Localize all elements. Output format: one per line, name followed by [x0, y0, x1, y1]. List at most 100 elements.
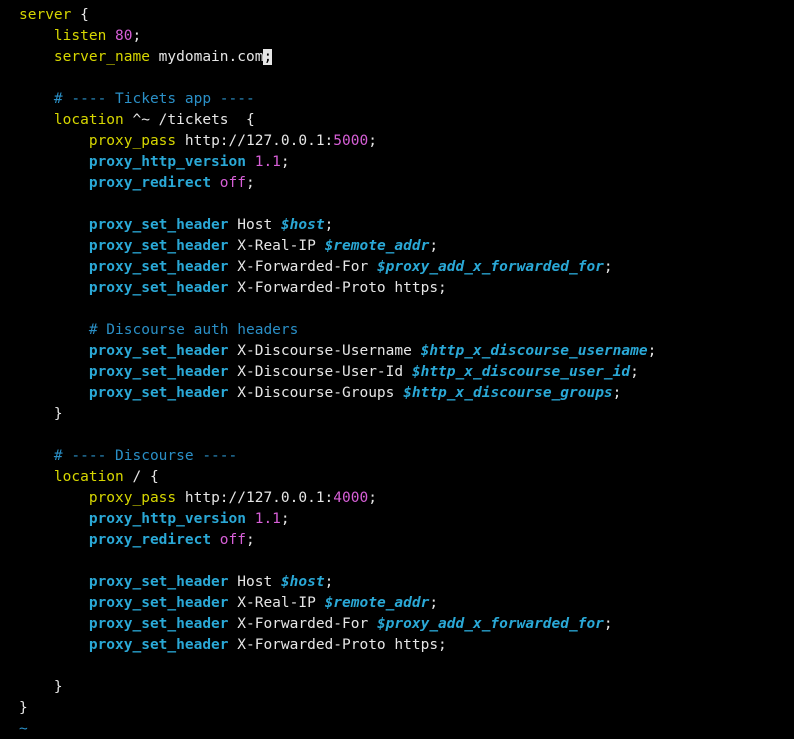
code-line[interactable]: ~	[19, 719, 794, 739]
code-directive: proxy_http_version	[88, 511, 246, 527]
code-number: off	[219, 175, 246, 191]
code-variable: $proxy_add_x_forwarded_for	[376, 259, 604, 275]
code-line[interactable]: # ---- Discourse ----	[19, 446, 794, 467]
code-text: / {	[123, 469, 159, 485]
code-line[interactable]: proxy_pass http://127.0.0.1:5000;	[19, 131, 794, 152]
code-directive: proxy_pass	[88, 133, 177, 149]
code-line[interactable]: proxy_set_header X-Discourse-Groups $htt…	[19, 383, 794, 404]
code-text: }	[19, 406, 63, 422]
code-text: ;	[280, 154, 290, 170]
code-number: 80	[115, 28, 133, 44]
code-line[interactable]: }	[19, 677, 794, 698]
code-line[interactable]	[19, 194, 794, 215]
code-directive: proxy_http_version	[88, 154, 246, 170]
code-text: ;	[132, 28, 142, 44]
code-text: ;	[368, 490, 377, 506]
code-line[interactable]	[19, 68, 794, 89]
code-variable: $http_x_discourse_username	[420, 343, 648, 359]
code-line[interactable]: # Discourse auth headers	[19, 320, 794, 341]
code-line[interactable]: }	[19, 698, 794, 719]
code-text: ;	[429, 238, 439, 254]
code-line[interactable]: proxy_set_header X-Discourse-Username $h…	[19, 341, 794, 362]
code-line[interactable]: proxy_set_header Host $host;	[19, 572, 794, 593]
code-line[interactable]: proxy_http_version 1.1;	[19, 152, 794, 173]
code-directive: proxy_set_header	[88, 637, 229, 653]
code-text: }	[19, 700, 28, 716]
code-text: http://127.0.0.1:	[176, 490, 334, 506]
code-text: Host	[228, 217, 281, 233]
code-line[interactable]: proxy_pass http://127.0.0.1:4000;	[19, 488, 794, 509]
code-text: mydomain.com	[149, 49, 264, 65]
code-directive: proxy_set_header	[88, 595, 229, 611]
code-line[interactable]	[19, 299, 794, 320]
code-line[interactable]: proxy_redirect off;	[19, 530, 794, 551]
code-text: ;	[630, 364, 639, 380]
code-line[interactable]: proxy_redirect off;	[19, 173, 794, 194]
code-directive: proxy_set_header	[88, 343, 229, 359]
code-directive: proxy_set_header	[88, 616, 229, 632]
code-text: X-Forwarded-Proto https;	[228, 280, 447, 296]
code-text: ;	[368, 133, 377, 149]
code-directive: proxy_pass	[88, 490, 177, 506]
vim-editor-buffer[interactable]: server { listen 80; server_name mydomain…	[0, 0, 794, 739]
code-text: }	[19, 679, 63, 695]
code-line[interactable]: proxy_set_header X-Forwarded-Proto https…	[19, 278, 794, 299]
code-line[interactable]: # ---- Tickets app ----	[19, 89, 794, 110]
code-text: X-Discourse-Groups	[228, 385, 404, 401]
code-line[interactable]: proxy_set_header X-Forwarded-Proto https…	[19, 635, 794, 656]
code-line[interactable]	[19, 656, 794, 677]
code-number: 4000	[333, 490, 369, 506]
code-line[interactable]: proxy_set_header X-Forwarded-For $proxy_…	[19, 257, 794, 278]
code-text: X-Discourse-User-Id	[228, 364, 412, 380]
code-line[interactable]: proxy_set_header X-Real-IP $remote_addr;	[19, 593, 794, 614]
code-text: {	[71, 7, 89, 23]
code-line[interactable]: location / {	[19, 467, 794, 488]
code-comment: # ---- Discourse ----	[53, 448, 238, 464]
code-line[interactable]: proxy_set_header X-Real-IP $remote_addr;	[19, 236, 794, 257]
code-directive: proxy_set_header	[88, 364, 229, 380]
code-line[interactable]: }	[19, 404, 794, 425]
code-line[interactable]: server {	[19, 5, 794, 26]
code-line[interactable]: proxy_set_header X-Discourse-User-Id $ht…	[19, 362, 794, 383]
code-variable: $remote_addr	[324, 595, 430, 611]
code-line[interactable]: server_name mydomain.com;	[19, 47, 794, 68]
code-line[interactable]	[19, 425, 794, 446]
code-text: X-Discourse-Username	[228, 343, 421, 359]
code-line[interactable]: proxy_set_header X-Forwarded-For $proxy_…	[19, 614, 794, 635]
code-directive: server_name	[53, 49, 150, 65]
code-text: ;	[647, 343, 657, 359]
code-directive: listen	[53, 28, 107, 44]
code-line[interactable]: location ^~ /tickets {	[19, 110, 794, 131]
code-variable: $host	[280, 217, 325, 233]
code-line[interactable]: proxy_http_version 1.1;	[19, 509, 794, 530]
code-text: ^~ /tickets {	[123, 112, 255, 128]
empty-line-marker: ~	[19, 721, 28, 737]
code-number: off	[219, 532, 246, 548]
code-line[interactable]: listen 80;	[19, 26, 794, 47]
code-line[interactable]: proxy_set_header Host $host;	[19, 215, 794, 236]
code-directive: proxy_set_header	[88, 238, 229, 254]
code-text: X-Real-IP	[228, 238, 325, 254]
code-line[interactable]	[19, 551, 794, 572]
code-number: 5000	[333, 133, 369, 149]
code-text: http://127.0.0.1:	[176, 133, 334, 149]
code-variable: $http_x_discourse_user_id	[411, 364, 631, 380]
code-directive: proxy_set_header	[88, 385, 229, 401]
